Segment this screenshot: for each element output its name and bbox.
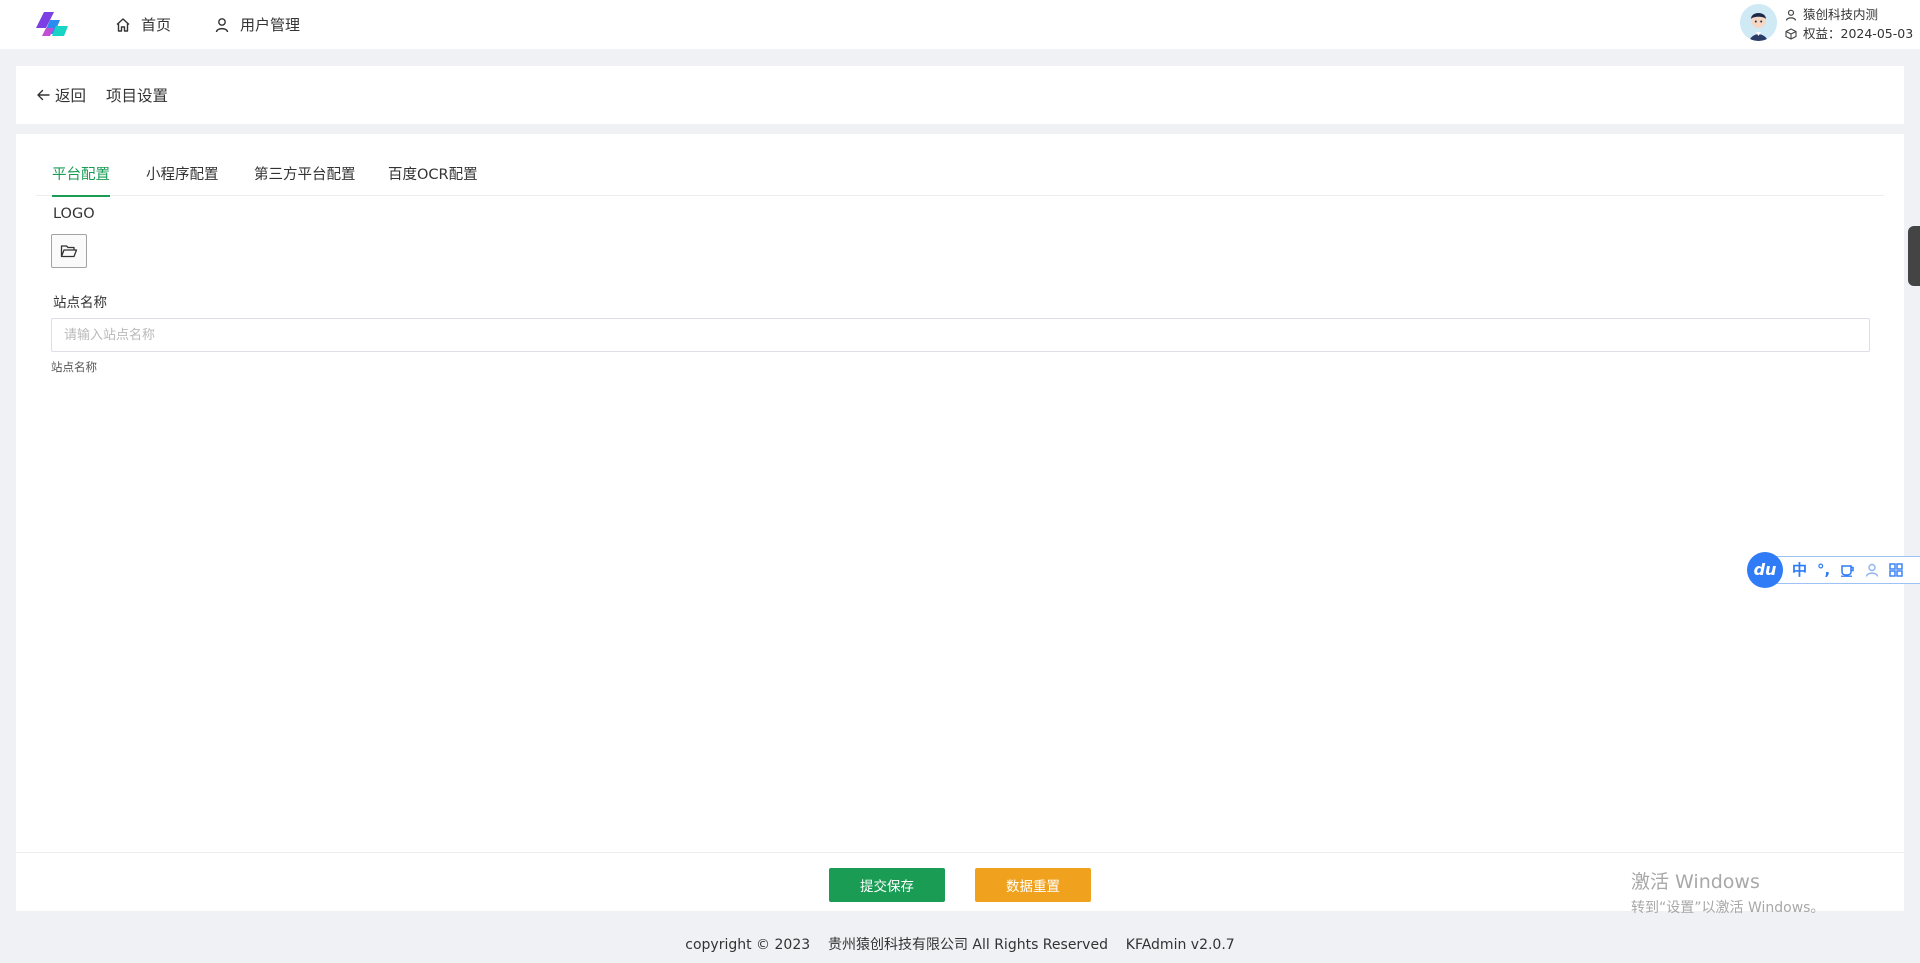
watermark-title: 激活 Windows <box>1631 871 1760 893</box>
page-header: 返回 项目设置 <box>16 66 1904 124</box>
nav-home[interactable]: 首页 <box>115 0 171 49</box>
app-logo[interactable] <box>36 10 68 40</box>
ime-bar: 中 °, <box>1775 555 1920 584</box>
logo-label: LOGO <box>53 206 95 222</box>
ime-cup-icon[interactable] <box>1840 563 1855 577</box>
ime-user-icon[interactable] <box>1865 563 1879 577</box>
nav-home-label: 首页 <box>141 16 172 34</box>
back-button[interactable]: 返回 <box>36 84 86 106</box>
tab-third-party-config[interactable]: 第三方平台配置 <box>254 163 356 196</box>
home-icon <box>116 17 130 32</box>
settings-panel: 平台配置 小程序配置 第三方平台配置 百度OCR配置 LOGO 站点名称 站点名… <box>16 134 1904 911</box>
user-rights-row: 权益：2024-05-03 <box>1785 24 1913 43</box>
folder-open-icon <box>60 245 78 258</box>
tab-miniprogram-config[interactable]: 小程序配置 <box>146 163 219 196</box>
nav-user-management-label: 用户管理 <box>240 16 301 34</box>
site-name-label: 站点名称 <box>53 295 107 311</box>
tab-bar: 平台配置 小程序配置 第三方平台配置 百度OCR配置 <box>36 134 1884 197</box>
avatar-image <box>1740 4 1777 41</box>
windows-activation-watermark: 激活 Windows 转到“设置”以激活 Windows。 <box>1631 867 1824 917</box>
top-navbar: 首页 用户管理 猿创科技内测 权益：2024-05-03 <box>0 0 1920 49</box>
site-name-hint: 站点名称 <box>51 360 97 374</box>
tab-platform-config[interactable]: 平台配置 <box>52 163 110 197</box>
user-icon <box>215 17 229 32</box>
data-reset-button[interactable]: 数据重置 <box>975 868 1091 902</box>
ime-grid-icon[interactable] <box>1889 562 1903 577</box>
ime-toolbar: du 中 °, <box>1747 551 1920 588</box>
logo-upload-button[interactable] <box>51 234 87 268</box>
page-title: 项目设置 <box>106 87 169 105</box>
arrow-left-icon <box>37 89 50 101</box>
user-rights: 权益：2024-05-03 <box>1803 26 1914 41</box>
copyright-footer: copyright © 2023 贵州猿创科技有限公司 All Rights R… <box>685 937 1235 953</box>
user-name-row[interactable]: 猿创科技内测 <box>1785 5 1913 24</box>
cube-icon <box>1785 27 1797 40</box>
back-label: 返回 <box>55 87 87 105</box>
submit-save-button[interactable]: 提交保存 <box>829 868 945 902</box>
ime-lang-toggle[interactable]: 中 <box>1792 559 1807 580</box>
watermark-subtitle: 转到“设置”以激活 Windows。 <box>1631 900 1825 916</box>
side-drawer-handle[interactable] <box>1908 226 1920 286</box>
action-bar: 提交保存 数据重置 <box>16 852 1904 911</box>
site-name-input[interactable] <box>51 318 1870 352</box>
user-info: 猿创科技内测 权益：2024-05-03 <box>1785 5 1913 43</box>
avatar[interactable] <box>1740 4 1777 41</box>
ime-logo[interactable]: du <box>1747 551 1783 588</box>
tab-baidu-ocr-config[interactable]: 百度OCR配置 <box>388 163 478 196</box>
user-name: 猿创科技内测 <box>1803 7 1879 22</box>
user-icon <box>1785 9 1797 21</box>
nav-user-management[interactable]: 用户管理 <box>214 0 300 49</box>
ime-punct-toggle[interactable]: °, <box>1817 561 1830 579</box>
